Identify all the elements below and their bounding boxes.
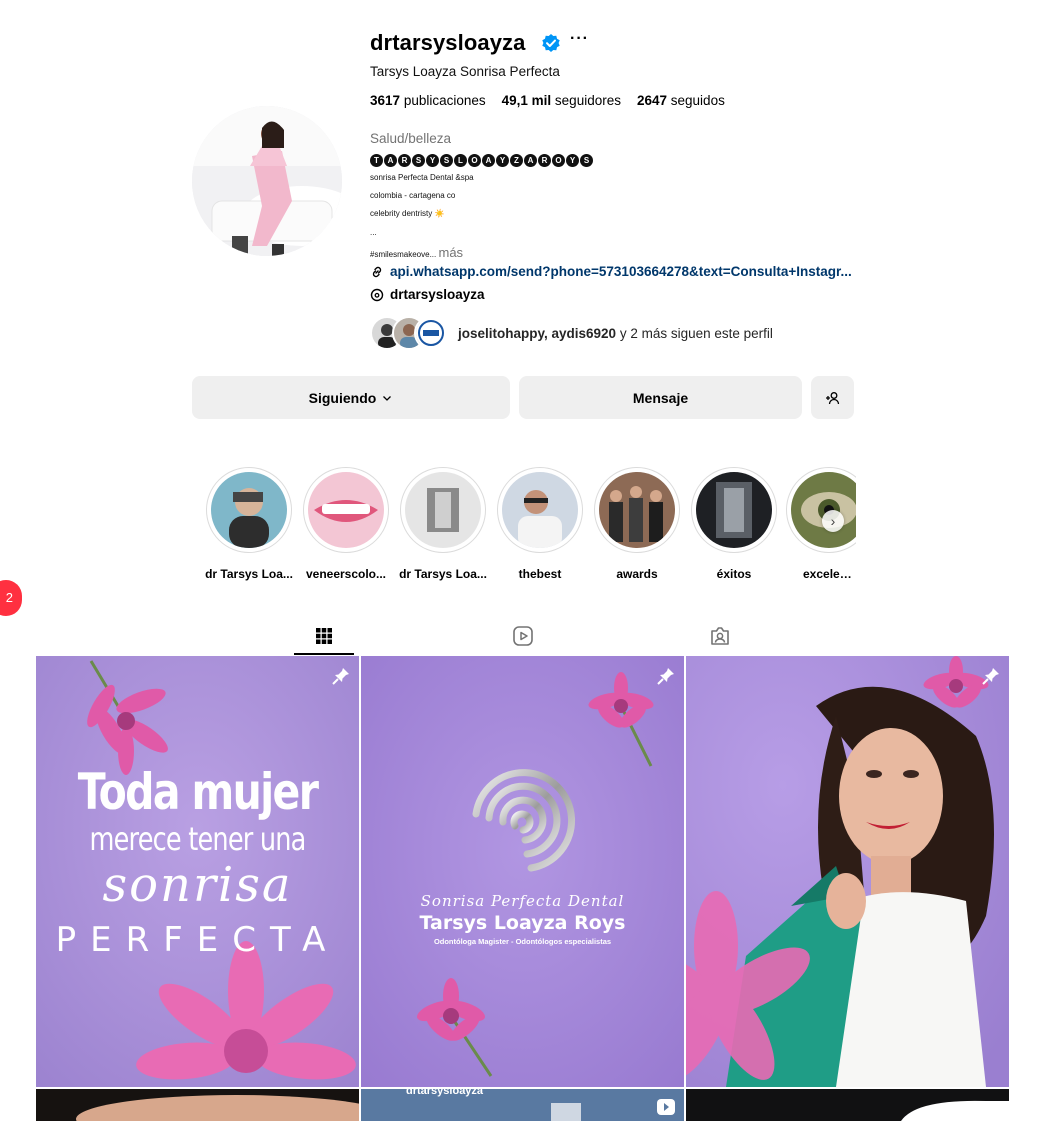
bio-name-letter: O	[552, 154, 565, 167]
post-background	[361, 656, 684, 1087]
followed-by-text: joselitohappy, aydis6920 y 2 más siguen …	[458, 325, 773, 341]
bio-name-letter: A	[482, 154, 495, 167]
threads-icon	[370, 288, 384, 301]
bio-name-letter: Y	[566, 154, 579, 167]
pinned-icon	[982, 668, 999, 685]
bio-name-letter: Y	[496, 154, 509, 167]
post-overlay-text: drtarsysloayza	[406, 1089, 484, 1097]
story-highlight[interactable]: dr Tarsys Loa...	[398, 467, 488, 581]
profile-stats: 3617 publicaciones 49,1 mil seguidores 2…	[370, 93, 725, 108]
profile-category: Salud/belleza	[370, 131, 452, 146]
post-tile[interactable]: Toda mujer merece tener una sonrisa PERF…	[36, 656, 359, 1087]
story-highlight[interactable]: éxitos	[689, 467, 779, 581]
following-button[interactable]: Siguiendo	[192, 376, 510, 419]
add-person-icon	[825, 391, 839, 404]
bio-line: sonrisa Perfecta Dental &spa	[370, 173, 474, 182]
bio-name-letter: R	[538, 154, 551, 167]
highlight-cover	[791, 472, 856, 548]
threads-handle[interactable]: drtarsysloayza	[390, 287, 485, 302]
profile-full-name: Tarsys Loayza Sonrisa Perfecta	[370, 64, 560, 79]
bio-name-letter: A	[384, 154, 397, 167]
story-highlight[interactable]: veneerscolo...	[301, 467, 391, 581]
highlight-cover	[211, 472, 287, 548]
post-tile[interactable]	[686, 1089, 1009, 1121]
profile-link[interactable]: api.whatsapp.com/send?phone=573103664278…	[370, 264, 852, 279]
profile-username: drtarsysloayza	[370, 30, 526, 55]
reel-play-icon	[657, 1099, 675, 1115]
bio-hashtag[interactable]: #smilesmakeove...	[370, 250, 436, 259]
bio-name-letter: S	[412, 154, 425, 167]
highlight-cover	[696, 472, 772, 548]
chevron-right-icon: ›	[830, 513, 836, 529]
bio-name-letter: L	[454, 154, 467, 167]
link-icon	[372, 266, 382, 277]
tagged-icon	[711, 626, 729, 645]
bio-name-letter: S	[580, 154, 593, 167]
message-button[interactable]: Mensaje	[519, 376, 802, 419]
highlight-cover	[405, 472, 481, 548]
story-highlight[interactable]: excelencia	[786, 467, 856, 581]
profile-link-text[interactable]: api.whatsapp.com/send?phone=573103664278…	[390, 264, 852, 279]
bio-line: colombia - cartagena co	[370, 191, 456, 200]
tab-tagged[interactable]	[690, 618, 750, 653]
bio-tag-line: #smilesmakeove... más	[370, 245, 463, 260]
post-tile[interactable]: Sonrisa Perfecta Dental Tarsys Loayza Ro…	[361, 656, 684, 1087]
following-stat[interactable]: 2647 seguidos	[637, 93, 725, 108]
highlight-cover	[502, 472, 578, 548]
grid-icon	[316, 627, 332, 644]
chevron-down-icon	[383, 395, 392, 401]
story-highlight[interactable]: thebest	[495, 467, 585, 581]
bio-more-link[interactable]: más	[438, 245, 463, 260]
story-highlight[interactable]: awards	[592, 467, 682, 581]
post-caption: Sonrisa Perfecta Dental Tarsys Loayza Ro…	[419, 892, 626, 946]
bio-name-circled: TARSYSLOAYZAROYS	[370, 154, 593, 168]
bio-line: ...	[370, 228, 377, 237]
suggest-users-button[interactable]	[811, 376, 854, 419]
reels-icon	[513, 625, 533, 646]
bio-name-letter: T	[370, 154, 383, 167]
bio-name-letter: A	[524, 154, 537, 167]
more-options-icon[interactable]: ···	[570, 30, 589, 48]
post-tile[interactable]	[686, 656, 1009, 1087]
notification-badge[interactable]: 2	[0, 580, 22, 616]
highlights-next-button[interactable]: ›	[822, 510, 844, 532]
post-caption: Toda mujer merece tener una sonrisa PERF…	[55, 763, 340, 960]
tab-reels[interactable]	[493, 618, 553, 653]
tab-posts[interactable]	[294, 618, 354, 655]
post-tile[interactable]: drtarsysloayza	[361, 1089, 684, 1121]
profile-avatar[interactable]	[192, 106, 342, 256]
post-tile[interactable]	[36, 1089, 359, 1121]
post-background	[36, 1089, 359, 1121]
pinned-icon	[657, 668, 674, 685]
bio-name-letter: Z	[510, 154, 523, 167]
post-background	[686, 1089, 1009, 1121]
pinned-icon	[332, 668, 349, 685]
verified-badge-icon	[541, 33, 561, 53]
bio-name-letter: Y	[426, 154, 439, 167]
followers-stat[interactable]: 49,1 mil seguidores	[502, 93, 621, 108]
story-highlight[interactable]: dr Tarsys Loa...	[204, 467, 294, 581]
highlight-cover	[308, 472, 384, 548]
bio-name-letter: O	[468, 154, 481, 167]
bio-name-letter: S	[440, 154, 453, 167]
threads-link[interactable]: drtarsysloayza	[370, 287, 485, 302]
follower-avatar	[414, 316, 448, 350]
posts-stat: 3617 publicaciones	[370, 93, 486, 108]
followed-by[interactable]: joselitohappy, aydis6920 y 2 más siguen …	[370, 316, 773, 350]
bio-line: celebrity dentristy ☀️	[370, 209, 445, 218]
highlight-cover	[599, 472, 675, 548]
post-background	[686, 656, 1009, 1087]
bio-name-letter: R	[398, 154, 411, 167]
